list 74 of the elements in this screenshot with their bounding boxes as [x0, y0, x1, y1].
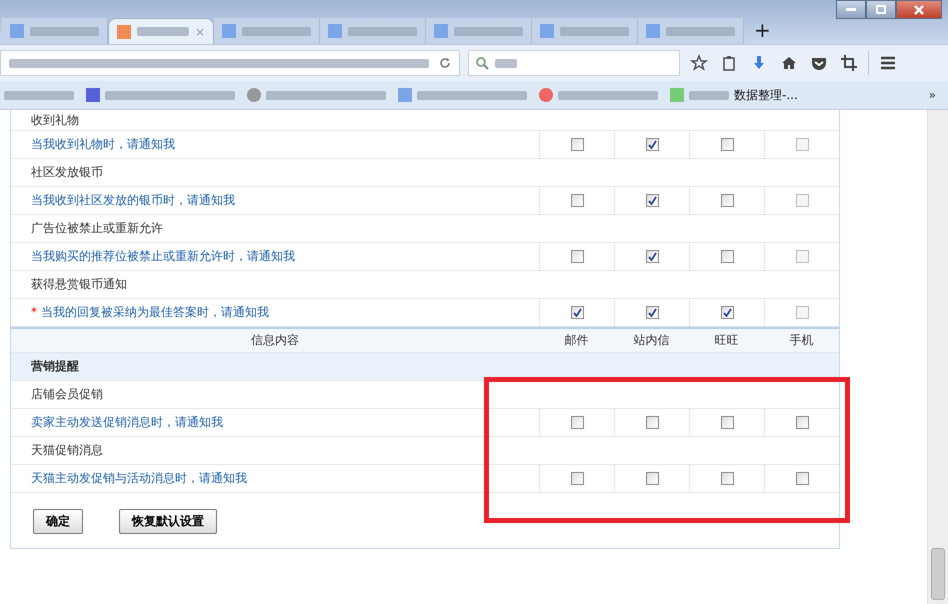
checkbox[interactable]: [720, 472, 734, 485]
page-icon: [539, 88, 553, 102]
blurred-text: [30, 26, 99, 36]
blurred-text: [495, 58, 517, 68]
page-icon: [10, 24, 24, 38]
checkbox[interactable]: [646, 250, 658, 263]
checkbox[interactable]: [646, 194, 658, 207]
option-label: 当我收到社区发放的银币时，请通知我: [30, 192, 236, 209]
page-icon: [670, 88, 684, 102]
page-icon: [328, 24, 342, 38]
checkbox[interactable]: [720, 306, 734, 319]
option-label: 卖家主动发送促销消息时，请通知我: [30, 414, 224, 431]
page-icon: [222, 24, 236, 38]
option-label: 当我收到礼物时，请通知我: [30, 136, 176, 153]
column-header: 手机: [788, 332, 814, 349]
form-button[interactable]: 恢复默认设置: [119, 509, 217, 534]
category-label: 店铺会员促销: [30, 386, 104, 403]
checkbox[interactable]: [646, 472, 658, 485]
page-icon: [646, 24, 660, 38]
blurred-text: [689, 90, 729, 100]
search-field[interactable]: [468, 50, 680, 76]
bookmarks-overflow-button[interactable]: »: [928, 88, 936, 102]
page-icon: [540, 24, 554, 38]
checkbox[interactable]: [796, 472, 808, 485]
option-label: 天猫主动发促销与活动消息时，请通知我: [30, 470, 248, 487]
scrollbar[interactable]: [927, 110, 948, 604]
blurred-text: [560, 26, 629, 36]
checkbox[interactable]: [720, 416, 734, 429]
category-label: 收到礼物: [30, 112, 80, 128]
address-bar[interactable]: [0, 50, 460, 76]
blurred-text: [666, 26, 735, 36]
checkbox[interactable]: [646, 138, 658, 151]
checkbox[interactable]: [646, 416, 658, 429]
option-label: 当我购买的推荐位被禁止或重新允许时，请通知我: [30, 248, 296, 265]
checkbox[interactable]: [570, 138, 584, 151]
page-icon: [86, 88, 100, 102]
column-header: 信息内容: [250, 332, 300, 349]
category-label: 广告位被禁止或重新允许: [30, 220, 164, 237]
checkbox[interactable]: [720, 250, 734, 263]
checkbox[interactable]: [646, 306, 658, 319]
reload-icon[interactable]: [439, 57, 451, 69]
bookmark-label[interactable]: 数据整理-...: [734, 86, 798, 104]
checkbox[interactable]: [570, 306, 584, 319]
form-button[interactable]: 确定: [33, 509, 83, 534]
category-label: 社区发放银币: [30, 164, 104, 181]
checkbox[interactable]: [570, 416, 584, 429]
maximize-icon[interactable]: [866, 0, 896, 19]
page-icon: [434, 24, 448, 38]
blurred-text: [454, 26, 523, 36]
checkbox[interactable]: [720, 194, 734, 207]
blurred-text: [242, 26, 311, 36]
column-header: 站内信: [632, 332, 670, 349]
section-title: 营销提醒: [30, 358, 80, 375]
checkbox[interactable]: [796, 416, 808, 429]
new-tab-button[interactable]: +: [744, 18, 781, 42]
search-icon: [475, 56, 489, 70]
close-icon[interactable]: [896, 0, 942, 19]
category-label: 获得悬赏银币通知: [30, 276, 128, 293]
page-icon: [398, 88, 412, 102]
column-header: 邮件: [564, 332, 590, 349]
checkbox[interactable]: [570, 472, 584, 485]
page-icon: [117, 24, 131, 38]
checkbox[interactable]: [570, 250, 584, 263]
checkbox[interactable]: [570, 194, 584, 207]
column-header: 旺旺: [714, 332, 740, 349]
option-label: * 当我的回复被采纳为最佳答案时，请通知我: [30, 304, 270, 321]
crop-icon[interactable]: [838, 52, 860, 74]
blurred-text: [4, 90, 74, 100]
blurred-text: [137, 27, 189, 36]
blurred-text: [348, 26, 417, 36]
minimize-icon[interactable]: [836, 0, 866, 19]
page-icon: [247, 88, 261, 102]
category-label: 天猫促销消息: [30, 442, 104, 459]
checkbox[interactable]: [720, 138, 734, 151]
